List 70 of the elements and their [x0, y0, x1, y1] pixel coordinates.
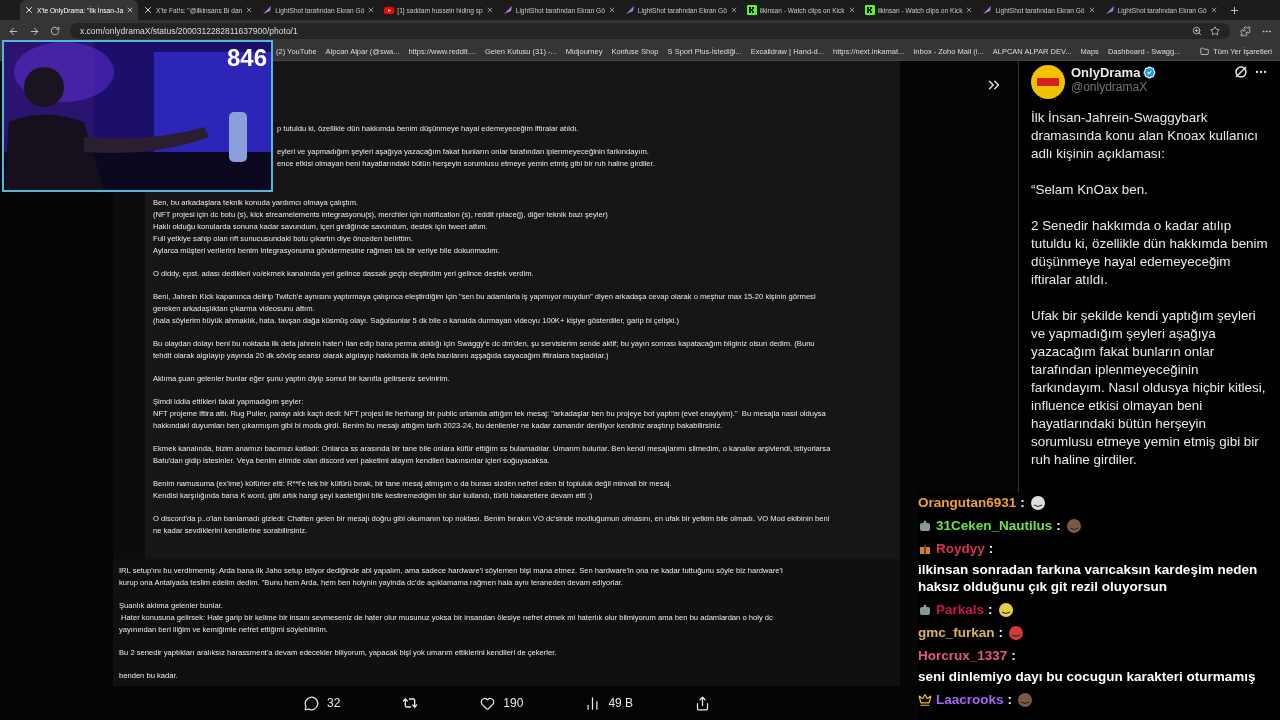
close-icon[interactable] [485, 6, 494, 14]
robot-badge-icon [918, 602, 932, 617]
heart-icon [480, 695, 496, 711]
robot-badge-icon [918, 518, 932, 533]
verified-icon [1143, 66, 1157, 79]
chat-username: Laacrooks [936, 691, 1004, 708]
colon-text: : [1011, 647, 1016, 664]
emote-icon [1007, 624, 1026, 641]
folder-icon [1200, 46, 1210, 56]
back-icon[interactable] [8, 25, 19, 37]
x-logo-icon [143, 5, 154, 15]
chat-username: 31Ceken_Nautilus [936, 517, 1053, 534]
post-text: “Selam KnOax ben. [1031, 181, 1149, 199]
post-text: İlk İnsan-Jahrein-Swaggybark dramasında konu alan Knoax kullanıcı adlı kişinin açıklaması: [1031, 109, 1260, 163]
feather-icon [262, 5, 273, 15]
colon-text: : [988, 601, 993, 618]
share-icon [695, 695, 711, 711]
account-handle[interactable]: @onlydramaX [1071, 80, 1228, 94]
colon-text: : [1007, 691, 1013, 708]
emote-icon [1028, 494, 1047, 511]
avatar-icon[interactable] [1031, 65, 1065, 99]
viewer-count: 846 [226, 44, 267, 72]
emote-icon [1064, 517, 1083, 534]
chat-message: ilkinsan sonradan farkına varıcaksın kardeşim neden haksız olduğunu çık git rezil oluyorsun [918, 561, 1259, 595]
reply-button[interactable]: 32 [304, 695, 341, 711]
close-icon[interactable] [847, 6, 856, 14]
post-text: 2 Senedir hakkımda o kadar atılıp tutuldu ki, özellikle dün hakkımda benim düşünmeye hayal edemeyeceğim iftiralar atıldı. [1031, 217, 1268, 289]
close-icon[interactable] [367, 6, 376, 14]
slash-circle-icon[interactable] [1234, 65, 1248, 79]
close-icon[interactable] [126, 6, 135, 14]
address-bar[interactable]: x.com/onlydramaX/status/2000312282811637900/photo/1 [70, 23, 1230, 39]
reply-icon [304, 695, 319, 711]
chat-username: Horcrux_1337 [918, 647, 1008, 664]
play-icon [384, 5, 395, 15]
forward-icon[interactable] [29, 25, 40, 37]
close-icon[interactable] [1087, 6, 1096, 14]
repost-button[interactable] [402, 695, 419, 711]
crown-badge-icon [918, 692, 932, 707]
chat-username: Orangutan6931 [918, 494, 1017, 511]
emote-icon [996, 601, 1015, 618]
k-logo-icon [746, 5, 757, 15]
emote-icon [1016, 691, 1035, 708]
close-icon[interactable] [607, 6, 616, 14]
chat-username: gmc_furkan [918, 624, 995, 641]
reload-icon[interactable] [50, 26, 60, 36]
close-icon[interactable] [1209, 6, 1218, 14]
x-logo-icon [24, 5, 34, 15]
chat-message: seni dinlemiyo dayı bu cocugun karakteri oturmamış [918, 668, 1256, 685]
colon-text: : [1056, 517, 1061, 534]
new-tab-icon[interactable] [1228, 4, 1240, 16]
extensions-icon[interactable] [1240, 25, 1251, 37]
colon-text: : [1020, 494, 1025, 511]
close-icon[interactable] [245, 6, 254, 14]
bar-chart-icon [585, 695, 601, 711]
account-name[interactable]: OnlyDrama [1071, 65, 1141, 80]
chat-username: Parkals [936, 601, 985, 618]
chat-username: Roydyy [936, 540, 985, 557]
like-button[interactable]: 190 [480, 695, 524, 711]
bookmark-star-icon[interactable] [1210, 26, 1220, 36]
post-text: Ufak bir şekilde kendi yaptığım şeyleri ve yapmadığım şeyleri aşağıya yazacağım fakat bunların onlar tarafından iplenmeyeceğinin farkındayım. Nasıl oldusya hiçbir kitlesi, influence etkisi olmayan beni hayatlarındaki bütün herşeyin sorumlusu etmeye yemin etmiş gibi bir ruh haline girdiler. [1031, 307, 1267, 469]
colon-text: : [998, 624, 1004, 641]
k-logo-icon [864, 5, 875, 15]
views-button[interactable]: 49 B [585, 695, 634, 711]
colon-text: : [988, 540, 994, 557]
repost-icon [402, 695, 419, 711]
close-icon[interactable] [965, 6, 974, 14]
share-button[interactable] [695, 695, 711, 711]
zoom-icon[interactable] [1192, 26, 1202, 36]
close-icon[interactable] [729, 6, 738, 14]
feather-icon [982, 5, 993, 15]
